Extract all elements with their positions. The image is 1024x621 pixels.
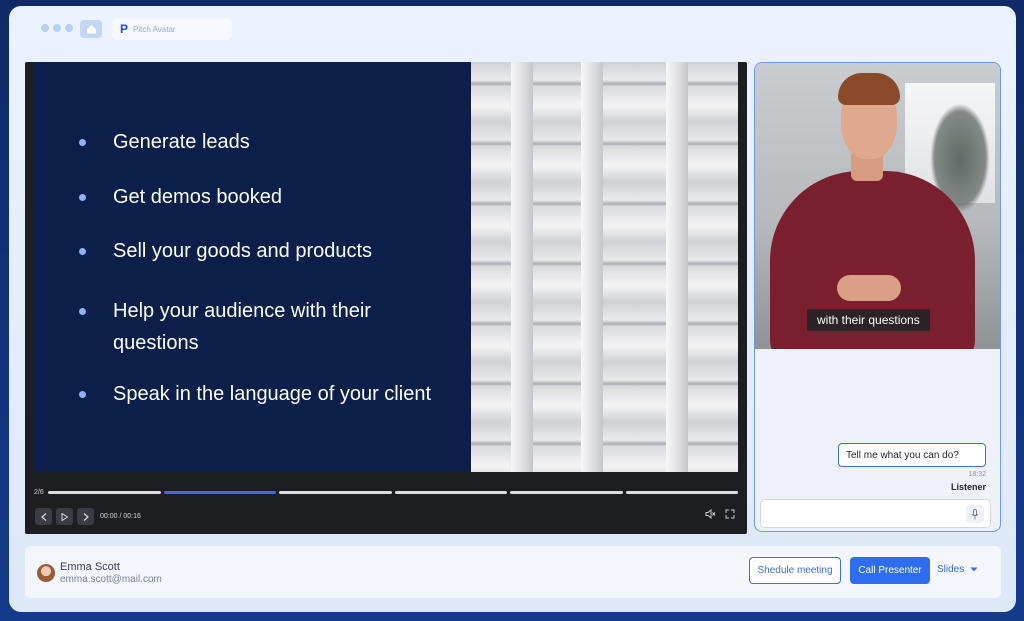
play-icon — [61, 512, 68, 521]
playback-time: 00:00 / 00:16 — [100, 513, 141, 520]
video-caption: with their questions — [807, 309, 930, 331]
bullet-text: Generate leads — [113, 131, 250, 153]
address-bar[interactable]: P Pitch Avatar — [112, 18, 232, 40]
chat-sender: Listener — [950, 482, 986, 492]
bullet-item: Sell your goods and products — [79, 235, 459, 267]
call-presenter-button[interactable]: Call Presenter — [850, 557, 930, 584]
presenter-panel: with their questions Tell me what you ca… — [754, 62, 1001, 532]
pitch-avatar-logo-icon: P — [120, 22, 129, 36]
slide-canvas: Generate leads Get demos booked Sell you… — [33, 62, 738, 472]
window-dots — [41, 24, 73, 32]
progress-segment[interactable] — [510, 491, 623, 494]
chat-timestamp: 18:32 — [968, 471, 986, 478]
presenter-hair — [838, 73, 900, 105]
building-fin — [581, 62, 603, 472]
fullscreen-button[interactable] — [725, 509, 735, 522]
progress-segment[interactable] — [394, 491, 507, 494]
bullet-text: Help your audience with their questions — [113, 300, 371, 354]
building-fin — [511, 62, 533, 472]
progress-segment[interactable] — [279, 491, 392, 494]
progress-segment[interactable] — [625, 491, 738, 494]
chat-input-box[interactable] — [760, 499, 991, 529]
window-dot — [65, 24, 73, 32]
slide-building-image — [471, 62, 738, 472]
caret-down-icon — [970, 567, 978, 572]
mute-button[interactable] — [705, 508, 716, 522]
window-dot — [41, 24, 49, 32]
presenter-video: with their questions — [755, 63, 1000, 349]
schedule-meeting-button[interactable]: Shedule meeting — [749, 557, 841, 584]
bullet-dot — [79, 391, 86, 398]
mic-button[interactable] — [966, 505, 984, 523]
bullet-text: Get demos booked — [113, 186, 282, 208]
bullet-dot — [79, 139, 86, 146]
mute-icon — [705, 508, 716, 520]
next-slide-button[interactable] — [77, 508, 94, 525]
mic-icon — [971, 508, 979, 519]
bullet-text: Sell your goods and products — [113, 240, 373, 262]
bullet-list: Generate leads Get demos booked Sell you… — [79, 126, 459, 410]
home-button[interactable] — [80, 20, 102, 38]
app-window: P Pitch Avatar Generate leads Get demos … — [9, 6, 1016, 612]
bullet-text: Speak in the language of your client — [113, 383, 431, 405]
chat-message: Tell me what you can do? — [838, 443, 986, 467]
bullet-item: Speak in the language of your client — [79, 378, 459, 410]
footer-bar: Emma Scott emma.scott@mail.com Shedule m… — [25, 546, 1001, 598]
slides-dropdown[interactable]: Slides — [937, 564, 978, 575]
bullet-dot — [79, 194, 86, 201]
chevron-left-icon — [40, 512, 46, 521]
home-icon — [86, 25, 96, 34]
user-email: emma.scott@mail.com — [60, 574, 162, 585]
bullet-item: Get demos booked — [79, 181, 459, 213]
bullet-dot — [79, 308, 86, 315]
slide-player: Generate leads Get demos booked Sell you… — [25, 62, 747, 534]
chat-input[interactable] — [761, 500, 951, 529]
window-dot — [53, 24, 61, 32]
bullet-item: Help your audience with their questions — [79, 295, 459, 359]
progress-segment[interactable] — [48, 491, 161, 494]
slides-dropdown-label: Slides — [937, 564, 965, 575]
prev-slide-button[interactable] — [35, 508, 52, 525]
play-button[interactable] — [56, 508, 73, 525]
chevron-right-icon — [83, 512, 89, 521]
slide-progress-bar[interactable] — [48, 491, 738, 494]
avatar — [37, 564, 55, 582]
slide-page-indicator: 2/6 — [34, 489, 44, 496]
building-fin — [666, 62, 688, 472]
bullet-dot — [79, 248, 86, 255]
fullscreen-icon — [725, 509, 735, 519]
user-name: Emma Scott — [60, 561, 120, 573]
slide-text-panel: Generate leads Get demos booked Sell you… — [33, 62, 471, 472]
address-text: Pitch Avatar — [133, 24, 176, 34]
presenter-hands — [837, 275, 901, 301]
progress-segment[interactable] — [163, 491, 276, 494]
bullet-item: Generate leads — [79, 126, 459, 158]
